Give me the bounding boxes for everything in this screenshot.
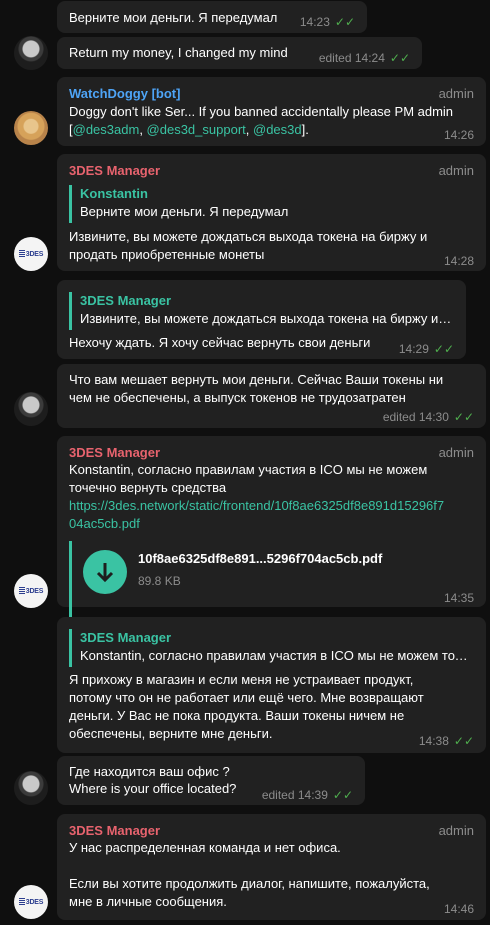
download-arrow-icon (96, 563, 114, 583)
read-checkmarks-icon: ✓✓ (389, 51, 410, 65)
message-text: деньги. У Вас не пока продукта. Ваши ток… (69, 708, 405, 723)
message-time: edited 14:24 ✓✓ (318, 51, 410, 65)
sender-name[interactable]: 3DES Manager (69, 162, 160, 180)
reply-author: 3DES Manager (80, 630, 172, 645)
mention-link[interactable]: @des3d_support (147, 122, 246, 137)
user-avatar[interactable] (14, 771, 48, 805)
read-checkmarks-icon: ✓✓ (334, 15, 355, 29)
url-link[interactable]: 04ac5cb.pdf (69, 515, 140, 533)
message-text: Konstantin, согласно правилам участия в … (69, 462, 428, 477)
read-checkmarks-icon: ✓✓ (453, 410, 474, 424)
admin-badge: admin (438, 823, 474, 838)
message-bubble: Где находится ваш офис ? Where is your o… (57, 756, 365, 805)
message-bubble: 3DES Manager Извините, вы можете дождать… (57, 280, 466, 359)
message-text: Что вам мешает вернуть мои деньги. Сейча… (69, 372, 444, 387)
reply-text: Верните мои деньги. Я передумал (80, 204, 289, 219)
message-text: Doggy don't like Ser... If you banned ac… (69, 104, 454, 119)
message-bubble: 3DES Manager admin Konstantin, согласно … (57, 436, 486, 621)
download-button[interactable] (83, 550, 127, 594)
user-avatar[interactable] (14, 36, 48, 70)
bot-avatar[interactable] (14, 111, 48, 145)
message-text: Извините, вы можете дождаться выхода ток… (69, 229, 428, 244)
message-time: 14:29 ✓✓ (398, 342, 454, 356)
message-time: 14:23 ✓✓ (299, 15, 355, 29)
message-text: Если вы хотите продолжить диалог, напиши… (69, 876, 430, 891)
read-checkmarks-icon: ✓✓ (453, 734, 474, 748)
message-bubble: 3DES Manager admin Konstantin Верните мо… (57, 154, 486, 271)
manager-avatar[interactable]: 3DES (14, 885, 48, 919)
message-bubble: 3DES Manager Konstantin, согласно правил… (57, 617, 486, 753)
sender-name[interactable]: WatchDoggy [bot] (69, 85, 180, 103)
message-text: обеспечены, верните мне деньги. (69, 726, 273, 741)
reply-quote[interactable]: 3DES Manager Извините, вы можете дождать… (69, 292, 453, 330)
admin-badge: admin (438, 163, 474, 178)
sender-name[interactable]: 3DES Manager (69, 822, 160, 840)
message-time: 14:26 (443, 128, 474, 142)
message-bubble: Return my money, I changed my mind edite… (57, 37, 422, 69)
message-bubble: Что вам мешает вернуть мои деньги. Сейча… (57, 364, 486, 428)
message-text: Верните мои деньги. Я передумал (69, 10, 278, 25)
admin-badge: admin (438, 86, 474, 101)
message-text: Я прихожу в магазин и если меня не устра… (69, 672, 414, 687)
file-name: 10f8ae6325df8e891...5296f704ac5cb.pdf (138, 551, 383, 566)
read-checkmarks-icon: ✓✓ (433, 342, 454, 356)
message-time: 14:28 (443, 254, 474, 268)
message-text: У нас распределенная команда и нет офиса… (69, 840, 341, 855)
message-text-line: [@des3adm, @des3d_support, @des3d]. (69, 122, 309, 137)
reply-author: Konstantin (80, 186, 148, 201)
message-text: мне в личные сообщения. (69, 894, 227, 909)
message-bubble: 3DES Manager admin У нас распределенная … (57, 814, 486, 920)
reply-text: Извините, вы можете дождаться выхода ток… (80, 311, 453, 326)
mention-link[interactable]: @des3adm (73, 122, 140, 137)
message-text: чем не обеспечены, а выпуск токенов не т… (69, 390, 406, 405)
file-attachment[interactable]: 10f8ae6325df8e891...5296f704ac5cb.pdf 89… (69, 541, 475, 621)
message-text: Where is your office located? (69, 781, 237, 796)
reply-author: 3DES Manager (80, 293, 172, 308)
message-time: 14:38 ✓✓ (418, 734, 474, 748)
file-size: 89.8 KB (138, 574, 181, 588)
url-link[interactable]: https://3des.network/static/frontend/10f… (69, 497, 444, 515)
message-text: Return my money, I changed my mind (69, 45, 288, 60)
message-text: Где находится ваш офис ? (69, 764, 230, 779)
admin-badge: admin (438, 445, 474, 460)
mention-link[interactable]: @des3d (253, 122, 302, 137)
message-time: 14:46 (443, 902, 474, 916)
message-time: edited 14:30 ✓✓ (382, 410, 474, 424)
user-avatar[interactable] (14, 392, 48, 426)
read-checkmarks-icon: ✓✓ (332, 788, 353, 802)
message-text: потому что он не работает или ещё чего. … (69, 690, 424, 705)
reply-quote[interactable]: 3DES Manager Konstantin, согласно правил… (69, 629, 473, 667)
message-time: edited 14:39 ✓✓ (261, 788, 353, 802)
sender-name[interactable]: 3DES Manager (69, 444, 160, 462)
message-text: точечно вернуть средства (69, 480, 227, 495)
reply-quote[interactable]: Konstantin Верните мои деньги. Я передум… (69, 185, 473, 223)
message-time: 14:35 (443, 591, 474, 605)
manager-avatar[interactable]: 3DES (14, 574, 48, 608)
message-text: продать приобретенные монеты (69, 247, 265, 262)
message-bubble: WatchDoggy [bot] admin Doggy don't like … (57, 77, 486, 146)
reply-text: Konstantin, согласно правилам участия в … (80, 648, 473, 663)
message-bubble: Верните мои деньги. Я передумал 14:23 ✓✓ (57, 1, 367, 33)
message-text: Нехочу ждать. Я хочу сейчас вернуть свои… (69, 335, 371, 350)
manager-avatar[interactable]: 3DES (14, 237, 48, 271)
